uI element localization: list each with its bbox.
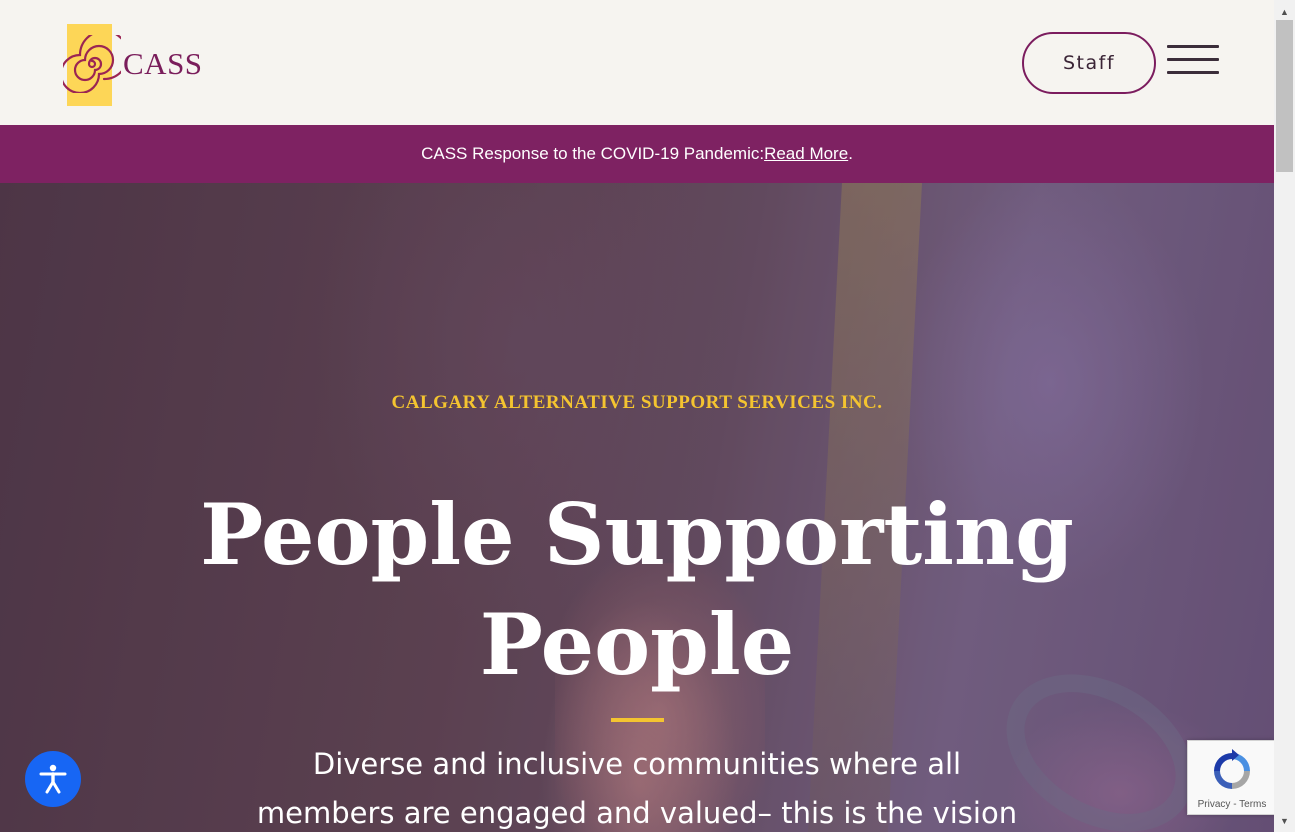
headline-line-2: People [479,595,795,694]
site-header: CASS Staff [0,0,1274,125]
read-more-link[interactable]: Read More [764,144,848,164]
menu-bar [1167,45,1219,48]
cass-logo[interactable]: CASS [63,22,208,107]
recaptcha-privacy-link[interactable]: Privacy [1198,799,1231,810]
scrollbar-thumb[interactable] [1276,20,1293,172]
recaptcha-links: Privacy - Terms [1188,799,1276,810]
page-scrollbar[interactable]: ▲ ▼ [1274,0,1295,832]
recaptcha-badge[interactable]: Privacy - Terms [1187,740,1275,815]
menu-bar [1167,71,1219,74]
banner-suffix: . [848,144,853,163]
recaptcha-terms-link[interactable]: Terms [1239,799,1266,810]
hero-section: CALGARY ALTERNATIVE SUPPORT SERVICES INC… [0,183,1274,832]
accessibility-person-icon [39,764,67,794]
spiral-logo-icon [63,35,121,93]
hero-lead-text: Diverse and inclusive communities where … [237,740,1037,832]
gold-divider [611,718,664,722]
headline-line-1: People Supporting [200,485,1074,584]
lead-line-2: members are engaged and valued– this is … [256,796,1018,830]
lead-line-1: Diverse and inclusive communities where … [312,747,962,781]
menu-bar [1167,58,1219,61]
staff-button[interactable]: Staff [1022,32,1156,94]
logo-text: CASS [123,46,203,81]
recaptcha-icon [1214,749,1250,789]
organization-name: CALGARY ALTERNATIVE SUPPORT SERVICES INC… [391,392,883,413]
accessibility-button[interactable] [25,751,81,807]
scroll-up-arrow-icon[interactable]: ▲ [1274,3,1295,20]
scroll-down-arrow-icon[interactable]: ▼ [1274,812,1295,829]
hero-headline: People Supporting People [0,480,1274,700]
covid-announcement-banner: CASS Response to the COVID-19 Pandemic: … [0,125,1274,183]
hamburger-menu-icon[interactable] [1167,45,1219,77]
banner-text: CASS Response to the COVID-19 Pandemic: [421,144,765,163]
recaptcha-separator: - [1230,799,1240,810]
